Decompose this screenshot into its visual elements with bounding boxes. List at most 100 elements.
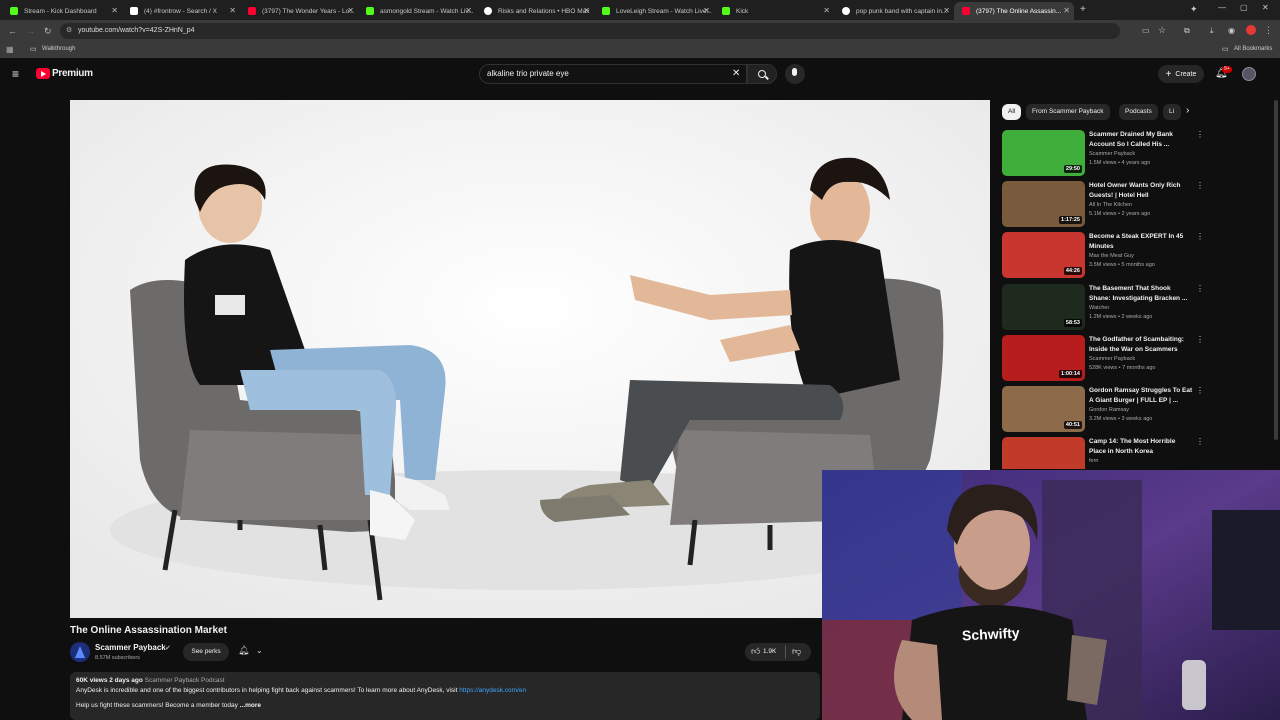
subscription-bell-icon[interactable]: 🔔︎ <box>238 645 249 656</box>
rec-channel[interactable]: Gordon Ramsay <box>1089 407 1129 413</box>
video-thumbnail[interactable]: 29:50 <box>1002 130 1085 176</box>
video-thumbnail[interactable] <box>1002 437 1085 469</box>
search-input[interactable]: alkaline trio private eye <box>479 64 747 84</box>
browser-tab[interactable]: Kick ✕ <box>714 2 834 20</box>
rec-title[interactable]: Camp 14: The Most Horrible Place in Nort… <box>1089 437 1193 456</box>
back-icon[interactable]: ← <box>8 26 17 36</box>
browser-tab[interactable]: (3797) The Wonder Years - Lo... ✕ <box>240 2 358 20</box>
anydesk-link[interactable]: https://anydesk.com/en <box>459 687 526 694</box>
site-info-icon[interactable]: ⚙ <box>66 23 72 39</box>
close-tab-icon[interactable]: ✕ <box>583 6 590 15</box>
more-actions-icon[interactable]: ⋮ <box>1196 284 1204 293</box>
browser-tab[interactable]: asmongold Stream - Watch Liv... ✕ <box>358 2 476 20</box>
video-thumbnail[interactable]: 44:26 <box>1002 232 1085 278</box>
reload-icon[interactable]: ↻ <box>44 26 52 37</box>
chip-all[interactable]: All <box>1002 104 1022 120</box>
close-tab-icon[interactable]: ✕ <box>823 6 830 15</box>
bookmark-folder-walkthrough[interactable]: Walkthrough <box>42 46 75 52</box>
chip-podcasts[interactable]: Podcasts <box>1119 104 1158 120</box>
rec-title[interactable]: Become a Steak EXPERT In 45 Minutes <box>1089 232 1193 251</box>
more-link[interactable]: ...more <box>240 702 261 709</box>
browser-tab[interactable]: Stream - Kick Dashboard ✕ <box>2 2 122 20</box>
recommendation-item[interactable]: 58:53 The Basement That Shook Shane: Inv… <box>1002 284 1204 332</box>
recommendation-item[interactable]: 40:51 Gordon Ramsay Struggles To Eat A G… <box>1002 386 1204 434</box>
voice-search-button[interactable] <box>785 64 805 84</box>
rec-title[interactable]: Scammer Drained My Bank Account So I Cal… <box>1089 130 1193 149</box>
search-button[interactable] <box>747 64 777 84</box>
all-bookmarks-link[interactable]: All Bookmarks <box>1234 46 1272 52</box>
rec-channel[interactable]: fern <box>1089 458 1098 464</box>
recommendation-item[interactable]: 1:17:25 Hotel Owner Wants Only Rich Gues… <box>1002 181 1204 229</box>
more-actions-icon[interactable]: ⋮ <box>1196 181 1204 190</box>
forward-icon[interactable]: → <box>26 26 35 36</box>
clear-search-icon[interactable]: ✕ <box>732 68 740 79</box>
rec-title[interactable]: The Godfather of Scambaiting: Inside the… <box>1089 335 1193 354</box>
more-actions-icon[interactable]: ⋮ <box>1196 437 1204 446</box>
minimize-icon[interactable]: — <box>1218 3 1226 12</box>
youtube-logo-icon[interactable] <box>36 68 50 79</box>
more-actions-icon[interactable]: ⋮ <box>1196 232 1204 241</box>
video-thumbnail[interactable]: 1:17:25 <box>1002 181 1085 227</box>
browser-tab[interactable]: Risks and Relations • HBO Max ✕ <box>476 2 594 20</box>
chip-live[interactable]: Li <box>1163 104 1181 120</box>
close-tab-icon[interactable]: ✕ <box>943 6 950 15</box>
recommendation-item[interactable]: Camp 14: The Most Horrible Place in Nort… <box>1002 437 1204 469</box>
more-actions-icon[interactable]: ⋮ <box>1196 386 1204 395</box>
browser-menu-icon[interactable]: ⋮ <box>1264 25 1273 36</box>
close-tab-icon[interactable]: ✕ <box>703 6 710 15</box>
more-actions-icon[interactable]: ⋮ <box>1196 335 1204 344</box>
rec-meta: 3.2M views • 3 weeks ago <box>1089 416 1153 422</box>
channel-avatar[interactable] <box>70 642 90 662</box>
rec-title[interactable]: Hotel Owner Wants Only Rich Guests! | Ho… <box>1089 181 1193 200</box>
rec-channel[interactable]: Watcher <box>1089 305 1109 311</box>
account-avatar[interactable] <box>1242 67 1256 81</box>
rec-channel[interactable]: Scammer Payback <box>1089 356 1135 362</box>
scrollbar[interactable] <box>1274 100 1278 440</box>
youtube-premium-label[interactable]: Premium <box>52 68 93 79</box>
rec-channel[interactable]: Max the Meat Guy <box>1089 253 1134 259</box>
browser-tab[interactable]: LoveLeigh Stream - Watch Live... ✕ <box>594 2 714 20</box>
recommendation-item[interactable]: 29:50 Scammer Drained My Bank Account So… <box>1002 130 1204 178</box>
new-tab-icon[interactable]: + <box>1080 4 1086 15</box>
tab-search-icon[interactable]: ✦ <box>1190 4 1198 15</box>
chip-from-scammer-payback[interactable]: From Scammer Payback <box>1026 104 1110 120</box>
channel-name[interactable]: Scammer Payback <box>95 643 166 652</box>
more-actions-icon[interactable]: ⋮ <box>1196 130 1204 139</box>
close-tab-icon[interactable]: ✕ <box>111 6 118 15</box>
apps-grid-icon[interactable]: ▦ <box>6 45 14 54</box>
recommendation-item[interactable]: 1:00:14 The Godfather of Scambaiting: In… <box>1002 335 1204 383</box>
extensions-icon[interactable]: ⧉ <box>1184 26 1190 36</box>
browser-tab[interactable]: pop punk band with captain in... ✕ <box>834 2 954 20</box>
create-button[interactable]: + Create <box>1158 65 1204 83</box>
see-perks-button[interactable]: See perks <box>183 643 229 661</box>
dislike-icon[interactable]: 👎︎ <box>792 646 801 657</box>
close-tab-icon[interactable]: ✕ <box>1063 6 1070 15</box>
cast-icon[interactable]: ▭ <box>1142 26 1150 35</box>
profile-avatar[interactable] <box>1246 25 1256 35</box>
browser-tab[interactable]: (4) #frontrow - Search / X ✕ <box>122 2 240 20</box>
like-icon[interactable]: 👍︎ <box>751 646 760 657</box>
download-icon[interactable]: ⤓ <box>1210 26 1214 36</box>
bookmark-star-icon[interactable]: ☆ <box>1158 25 1166 36</box>
chevron-down-icon[interactable]: ⌄ <box>256 646 263 655</box>
close-tab-icon[interactable]: ✕ <box>229 6 236 15</box>
video-thumbnail[interactable]: 40:51 <box>1002 386 1085 432</box>
rec-title[interactable]: Gordon Ramsay Struggles To Eat A Giant B… <box>1089 386 1193 405</box>
rec-channel[interactable]: Scammer Payback <box>1089 151 1135 157</box>
profile-icon[interactable]: ◉ <box>1228 26 1235 35</box>
rec-channel[interactable]: All In The Kitchen <box>1089 202 1132 208</box>
description-box[interactable]: 60K views 2 days ago Scammer Payback Pod… <box>70 672 820 720</box>
close-tab-icon[interactable]: ✕ <box>347 6 354 15</box>
browser-tab-active[interactable]: (3797) The Online Assassin... ✕ <box>954 2 1074 20</box>
hamburger-menu-icon[interactable]: ≡ <box>12 67 19 81</box>
close-tab-icon[interactable]: ✕ <box>465 6 472 15</box>
rec-title[interactable]: The Basement That Shook Shane: Investiga… <box>1089 284 1193 303</box>
video-thumbnail[interactable]: 1:00:14 <box>1002 335 1085 381</box>
close-window-icon[interactable]: ✕ <box>1262 3 1269 12</box>
url-field[interactable]: ⚙ youtube.com/watch?v=42S-ZHnN_p4 <box>60 23 1120 39</box>
recommendation-item[interactable]: 44:26 Become a Steak EXPERT In 45 Minute… <box>1002 232 1204 280</box>
video-thumbnail[interactable]: 58:53 <box>1002 284 1085 330</box>
maximize-icon[interactable]: ▢ <box>1240 3 1248 12</box>
chevron-right-icon[interactable]: › <box>1186 105 1189 116</box>
podcast-tag[interactable]: Scammer Payback Podcast <box>145 677 225 684</box>
